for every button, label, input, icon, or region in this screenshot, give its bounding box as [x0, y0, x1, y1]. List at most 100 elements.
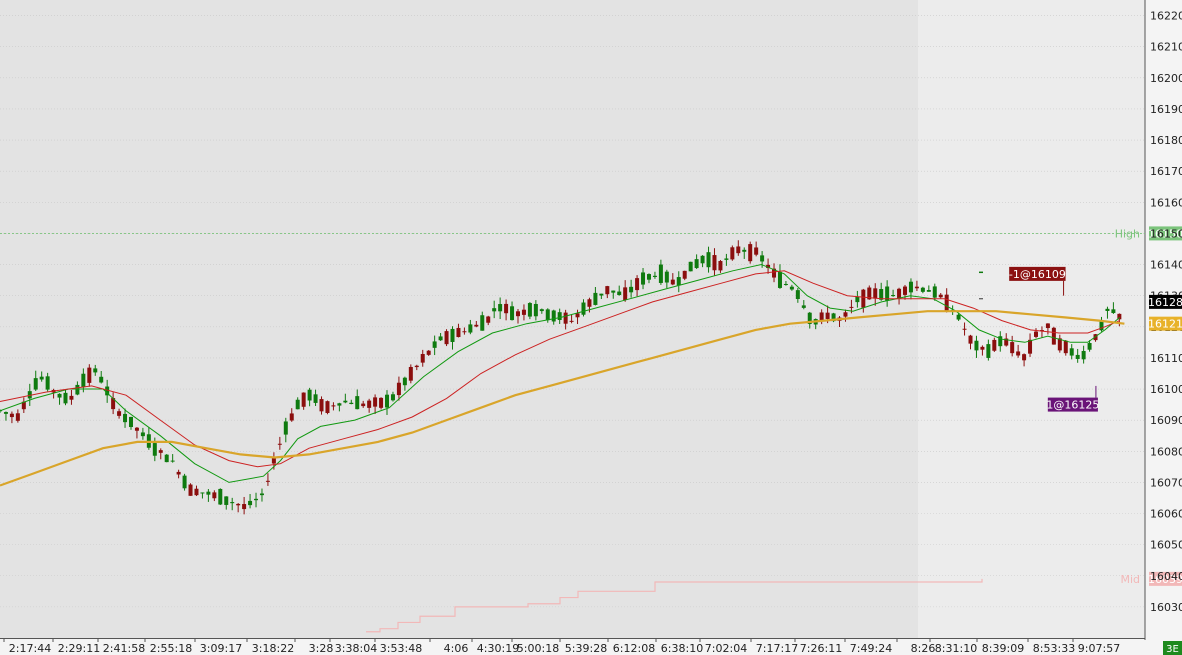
- y-tick-label: 16060: [1150, 508, 1182, 521]
- candle-body: [510, 306, 515, 321]
- candle-body: [373, 397, 378, 407]
- x-tick-label: 3:28: [309, 642, 334, 655]
- price-badge: 16128: [1148, 296, 1182, 309]
- candle-body: [569, 320, 574, 322]
- candle-body: [789, 286, 794, 290]
- candle-body: [259, 493, 264, 496]
- candle-body: [182, 475, 187, 489]
- y-tick-label: 16150: [1150, 227, 1182, 240]
- candle-body: [545, 309, 550, 321]
- y-tick-label: 16110: [1150, 352, 1182, 365]
- trade-label: 1@16125: [1046, 399, 1099, 412]
- candle-body: [783, 283, 788, 285]
- candle-body: [539, 309, 544, 312]
- x-tick-label: 6:12:08: [613, 642, 655, 655]
- candle-body: [390, 394, 395, 401]
- y-tick-label: 16140: [1150, 259, 1182, 272]
- candle-body: [57, 393, 62, 398]
- candle-body: [331, 405, 336, 407]
- candle-body: [849, 306, 854, 308]
- candle-body: [641, 272, 646, 285]
- candle-body: [301, 392, 306, 407]
- y-tick-label: 16080: [1150, 445, 1182, 458]
- x-tick-label: 3:53:48: [380, 642, 422, 655]
- candle-body: [164, 454, 169, 463]
- x-tick-label: 8:53:33: [1033, 642, 1075, 655]
- candle-body: [730, 247, 735, 260]
- candle-body: [385, 394, 390, 408]
- candle-body: [158, 450, 163, 453]
- candle-body: [402, 377, 407, 386]
- candle-body: [152, 443, 157, 456]
- candle-body: [343, 400, 348, 403]
- x-tick-label: 8:26: [911, 642, 936, 655]
- candle-body: [9, 413, 14, 418]
- x-tick-label: 9:07:57: [1078, 642, 1120, 655]
- candle-body: [349, 402, 354, 405]
- price-chart[interactable]: High 16150Mid 16039 -1@161091@16125 160301…: [0, 0, 1182, 655]
- candle-body: [408, 366, 413, 381]
- candle-body: [1051, 327, 1056, 345]
- x-tick-label: 7:49:24: [850, 642, 892, 655]
- candle-body: [593, 292, 598, 305]
- candle-body: [486, 316, 491, 323]
- x-tick-label: 5:39:28: [565, 642, 607, 655]
- candle-body: [307, 389, 312, 401]
- candle-body: [1081, 350, 1086, 360]
- candle-body: [325, 401, 330, 413]
- candle-body: [337, 403, 342, 406]
- candle-body: [420, 353, 425, 363]
- candle-body: [777, 271, 782, 288]
- x-tick-label: 5:00:18: [517, 642, 559, 655]
- candle-body: [450, 328, 455, 342]
- candle-body: [1063, 340, 1068, 354]
- corner-badge[interactable]: 3E: [1166, 644, 1179, 655]
- candle-body: [843, 312, 848, 317]
- candle-body: [355, 396, 360, 410]
- candle-body: [248, 500, 253, 506]
- x-tick-label: 2:55:18: [150, 642, 192, 655]
- y-tick-label: 16170: [1150, 165, 1182, 178]
- candle-body: [1022, 354, 1027, 361]
- candle-body: [855, 296, 860, 303]
- candle-body: [551, 310, 556, 322]
- candle-body: [712, 255, 717, 271]
- candle-body: [218, 488, 223, 505]
- x-tick-label: 3:18:22: [252, 642, 294, 655]
- candle-body: [968, 335, 973, 344]
- candle-body: [956, 314, 961, 320]
- session-shade: [918, 0, 1145, 638]
- candle-body: [361, 403, 366, 407]
- candle-body: [754, 247, 759, 255]
- candle-body: [599, 293, 604, 296]
- candle-body: [617, 291, 622, 296]
- candle-body: [1045, 323, 1050, 329]
- candle-body: [914, 286, 919, 289]
- candle-body: [688, 261, 693, 272]
- candle-body: [980, 346, 985, 350]
- candle-body: [724, 258, 729, 260]
- candle-body: [69, 395, 74, 400]
- candle-body: [87, 367, 92, 383]
- candle-body: [438, 336, 443, 341]
- candle-body: [45, 376, 50, 390]
- candle-body: [194, 488, 199, 496]
- x-tick-label: 8:39:09: [982, 642, 1024, 655]
- y-tick-label: 16200: [1150, 72, 1182, 85]
- candle-body: [658, 264, 663, 283]
- candle-body: [1105, 308, 1110, 311]
- candle-body: [932, 286, 937, 298]
- candle-body: [962, 328, 967, 330]
- candle-body: [760, 255, 765, 262]
- candle-body: [938, 294, 943, 298]
- x-tick-label: 8:31:10: [935, 642, 977, 655]
- candle-body: [140, 432, 145, 437]
- candle-body: [515, 311, 520, 317]
- candle-body: [801, 305, 806, 308]
- x-tick-label: 4:30:19: [477, 642, 519, 655]
- candle-body: [176, 471, 181, 475]
- candle-body: [611, 290, 616, 293]
- candle-body: [289, 413, 294, 421]
- candle-body: [265, 480, 270, 482]
- candle-body: [974, 340, 979, 351]
